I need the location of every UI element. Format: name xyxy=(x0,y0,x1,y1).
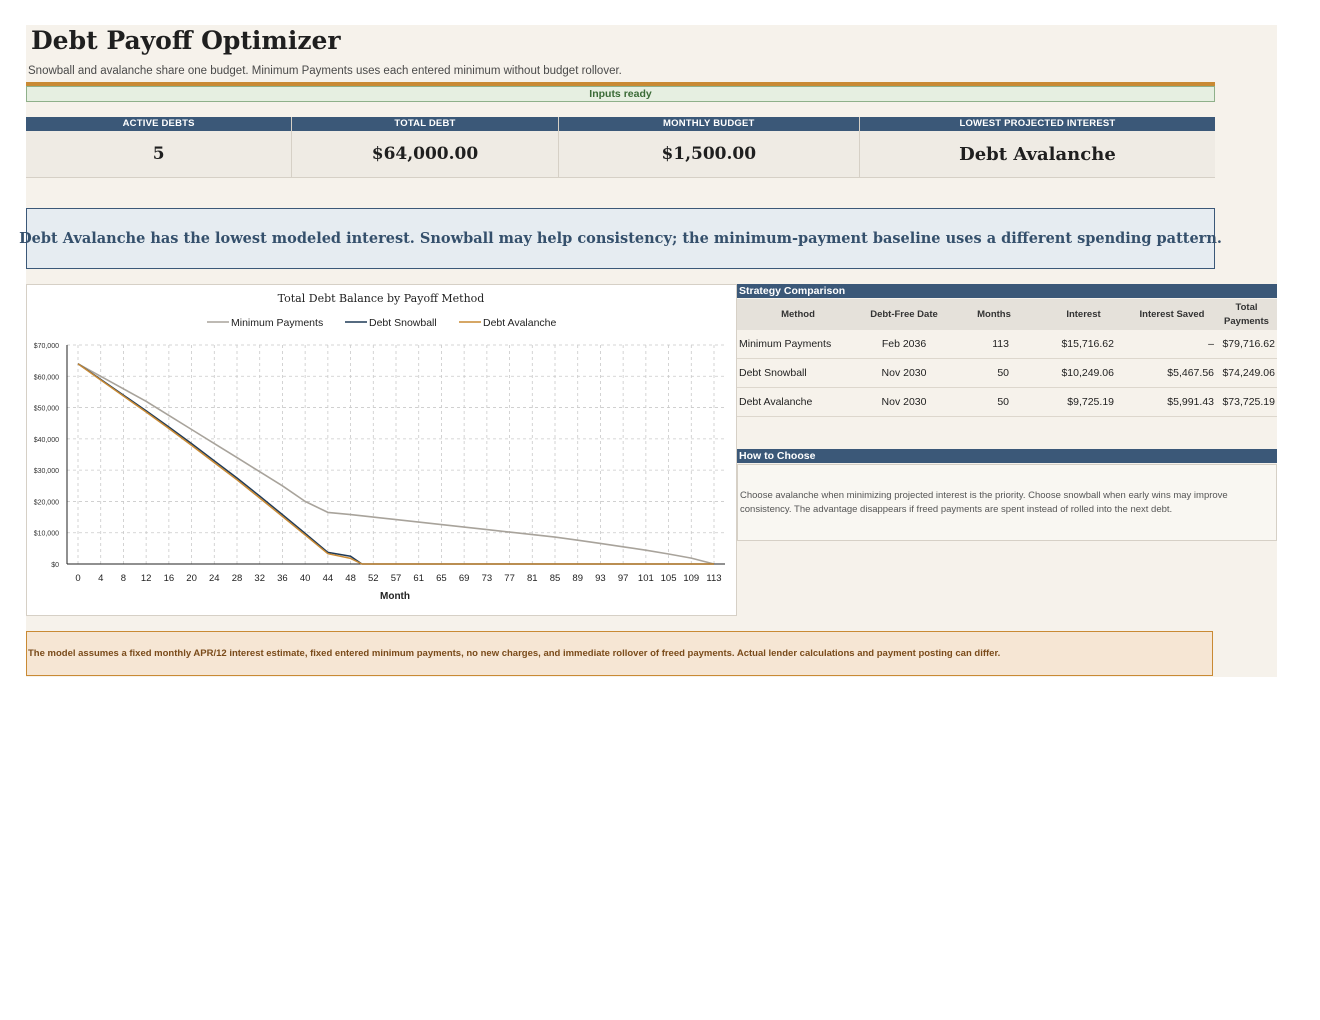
x-tick-label: 52 xyxy=(368,573,379,584)
x-tick-label: 105 xyxy=(661,573,677,584)
kpi-value: 5 xyxy=(26,131,292,178)
cell-method: Debt Snowball xyxy=(737,358,859,388)
cell-months: 50 xyxy=(949,387,1039,417)
x-tick-label: 57 xyxy=(391,573,402,584)
kpi-value: Debt Avalanche xyxy=(859,131,1215,178)
x-tick-label: 4 xyxy=(98,573,103,584)
kpi-label: TOTAL DEBT xyxy=(292,117,558,131)
x-tick-label: 24 xyxy=(209,573,220,584)
x-tick-label: 77 xyxy=(504,573,515,584)
y-tick-label: $20,000 xyxy=(34,499,59,506)
y-tick-label: $40,000 xyxy=(34,437,59,444)
x-tick-label: 12 xyxy=(141,573,152,584)
legend-label: Debt Avalanche xyxy=(483,317,557,329)
kpi-lowest-interest: LOWEST PROJECTED INTEREST Debt Avalanche xyxy=(859,117,1215,178)
x-tick-label: 32 xyxy=(254,573,265,584)
kpi-monthly-budget: MONTHLY BUDGET $1,500.00 xyxy=(558,117,860,178)
x-tick-label: 81 xyxy=(527,573,538,584)
page-subtitle: Snowball and avalanche share one budget.… xyxy=(28,65,622,77)
cell-interest-saved: $5,467.56 xyxy=(1128,358,1216,388)
page-title: Debt Payoff Optimizer xyxy=(31,26,341,55)
cell-interest: $10,249.06 xyxy=(1039,358,1128,388)
x-tick-label: 48 xyxy=(345,573,356,584)
how-to-choose-text: Choose avalanche when minimizing project… xyxy=(737,464,1277,541)
x-tick-label: 73 xyxy=(482,573,493,584)
cell-total-payments: $79,716.62 xyxy=(1216,330,1277,359)
chart-title: Total Debt Balance by Payoff Method xyxy=(278,292,485,305)
x-tick-label: 44 xyxy=(323,573,334,584)
x-tick-label: 85 xyxy=(550,573,561,584)
balance-chart[interactable]: Total Debt Balance by Payoff Method $0 $10… xyxy=(26,284,737,616)
legend-label: Minimum Payments xyxy=(231,317,323,329)
x-tick-label: 61 xyxy=(413,573,424,584)
kpi-total-debt: TOTAL DEBT $64,000.00 xyxy=(292,117,559,178)
cell-interest-saved: – xyxy=(1128,330,1216,359)
x-tick-label: 69 xyxy=(459,573,470,584)
y-tick-label: $30,000 xyxy=(34,468,59,475)
table-row: Debt Avalanche Nov 2030 50 $9,725.19 $5,… xyxy=(737,387,1277,417)
how-to-choose-body: Choose avalanche when minimizing project… xyxy=(740,489,1228,515)
kpi-label: ACTIVE DEBTS xyxy=(26,117,292,131)
cell-months: 113 xyxy=(949,330,1039,359)
recommendation-banner: Debt Avalanche has the lowest modeled in… xyxy=(19,208,1222,269)
x-tick-label: 8 xyxy=(121,573,126,584)
kpi-active-debts: ACTIVE DEBTS 5 xyxy=(26,117,293,178)
kpi-label: LOWEST PROJECTED INTEREST xyxy=(859,117,1215,131)
strategy-comparison-table: Method Debt-Free Date Months Interest In… xyxy=(737,299,1277,417)
kpi-value: $1,500.00 xyxy=(558,131,859,178)
kpi-label: MONTHLY BUDGET xyxy=(558,117,859,131)
x-tick-label: 101 xyxy=(638,573,654,584)
x-tick-label: 93 xyxy=(595,573,606,584)
legend-label: Debt Snowball xyxy=(369,317,437,329)
cell-total-payments: $74,249.06 xyxy=(1216,358,1277,388)
cell-interest: $9,725.19 xyxy=(1039,387,1128,417)
col-header-total-payments: Total Payments xyxy=(1216,299,1277,330)
col-header-interest-saved: Interest Saved xyxy=(1128,299,1216,330)
x-tick-label: 36 xyxy=(277,573,288,584)
col-header-debt-free-date: Debt-Free Date xyxy=(859,299,949,330)
table-header-row: Method Debt-Free Date Months Interest In… xyxy=(737,299,1277,330)
status-badge: Inputs ready xyxy=(26,86,1215,102)
col-header-interest: Interest xyxy=(1039,299,1128,330)
table-row: Minimum Payments Feb 2036 113 $15,716.62… xyxy=(737,330,1277,359)
y-tick-label: $60,000 xyxy=(34,374,59,381)
x-tick-label: 65 xyxy=(436,573,447,584)
assumptions-footnote: The model assumes a fixed monthly APR/12… xyxy=(26,631,1213,676)
cell-date: Nov 2030 xyxy=(859,387,949,417)
x-tick-label: 113 xyxy=(706,573,721,584)
y-tick-label: $70,000 xyxy=(34,343,59,350)
x-axis-label: Month xyxy=(380,591,410,602)
cell-interest: $15,716.62 xyxy=(1039,330,1128,359)
x-tick-label: 40 xyxy=(300,573,311,584)
strategy-comparison-title: Strategy Comparison xyxy=(737,284,1277,298)
cell-method: Minimum Payments xyxy=(737,330,859,359)
x-tick-label: 20 xyxy=(186,573,197,584)
how-to-choose-title: How to Choose xyxy=(737,449,1277,463)
y-tick-label: $50,000 xyxy=(34,406,59,413)
col-header-months: Months xyxy=(949,299,1039,330)
balance-chart-svg: Total Debt Balance by Payoff Method $0 $10… xyxy=(34,292,725,602)
cell-method: Debt Avalanche xyxy=(737,387,859,417)
kpi-row: ACTIVE DEBTS 5 TOTAL DEBT $64,000.00 MON… xyxy=(26,117,1215,178)
cell-total-payments: $73,725.19 xyxy=(1216,387,1277,417)
col-header-method: Method xyxy=(737,299,859,330)
cell-interest-saved: $5,991.43 xyxy=(1128,387,1216,417)
cell-date: Feb 2036 xyxy=(859,330,949,359)
x-tick-label: 16 xyxy=(164,573,175,584)
x-tick-label: 28 xyxy=(232,573,243,584)
table-row: Debt Snowball Nov 2030 50 $10,249.06 $5,… xyxy=(737,358,1277,388)
x-tick-label: 109 xyxy=(683,573,699,584)
y-tick-label: $10,000 xyxy=(34,531,59,538)
cell-months: 50 xyxy=(949,358,1039,388)
kpi-value: $64,000.00 xyxy=(292,131,558,178)
cell-date: Nov 2030 xyxy=(859,358,949,388)
x-tick-label: 0 xyxy=(75,573,80,584)
x-tick-label: 89 xyxy=(572,573,583,584)
y-tick-label: $0 xyxy=(51,562,59,569)
x-tick-label: 97 xyxy=(618,573,629,584)
